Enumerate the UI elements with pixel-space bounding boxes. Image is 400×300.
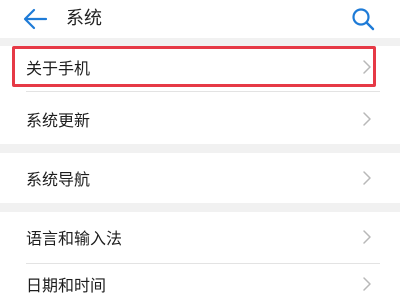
- settings-item-label: 语言和输入法: [26, 229, 123, 248]
- chevron-right-icon: [363, 230, 371, 244]
- page-title: 系统: [66, 8, 102, 29]
- chevron-right-icon: [363, 59, 371, 74]
- top-app-bar: 系统: [0, 0, 400, 38]
- settings-item-label: 系统更新: [26, 111, 91, 130]
- settings-item-label: 关于手机: [26, 58, 91, 78]
- settings-group-navigation: 系统导航: [0, 153, 400, 203]
- search-icon[interactable]: [350, 6, 376, 32]
- chevron-right-icon: [363, 277, 371, 291]
- chevron-right-icon: [363, 112, 371, 126]
- settings-group-device: 关于手机 系统更新: [0, 46, 400, 144]
- settings-item-date-time[interactable]: 日期和时间: [0, 264, 400, 300]
- row-divider: [26, 91, 380, 92]
- settings-item-system-update[interactable]: 系统更新: [0, 94, 400, 144]
- arrow-left-icon[interactable]: [22, 7, 48, 31]
- settings-item-label: 日期和时间: [26, 276, 107, 295]
- settings-group-language-time: 语言和输入法 日期和时间: [0, 212, 400, 300]
- settings-item-about-phone[interactable]: 关于手机: [0, 46, 400, 87]
- settings-item-system-navigation[interactable]: 系统导航: [0, 153, 400, 203]
- settings-screen: 系统 关于手机 系统更新 系统导航 语言和输入法 日期和时间: [0, 0, 400, 300]
- chevron-right-icon: [363, 171, 371, 185]
- settings-item-label: 系统导航: [26, 170, 91, 189]
- settings-item-language-input[interactable]: 语言和输入法: [0, 212, 400, 262]
